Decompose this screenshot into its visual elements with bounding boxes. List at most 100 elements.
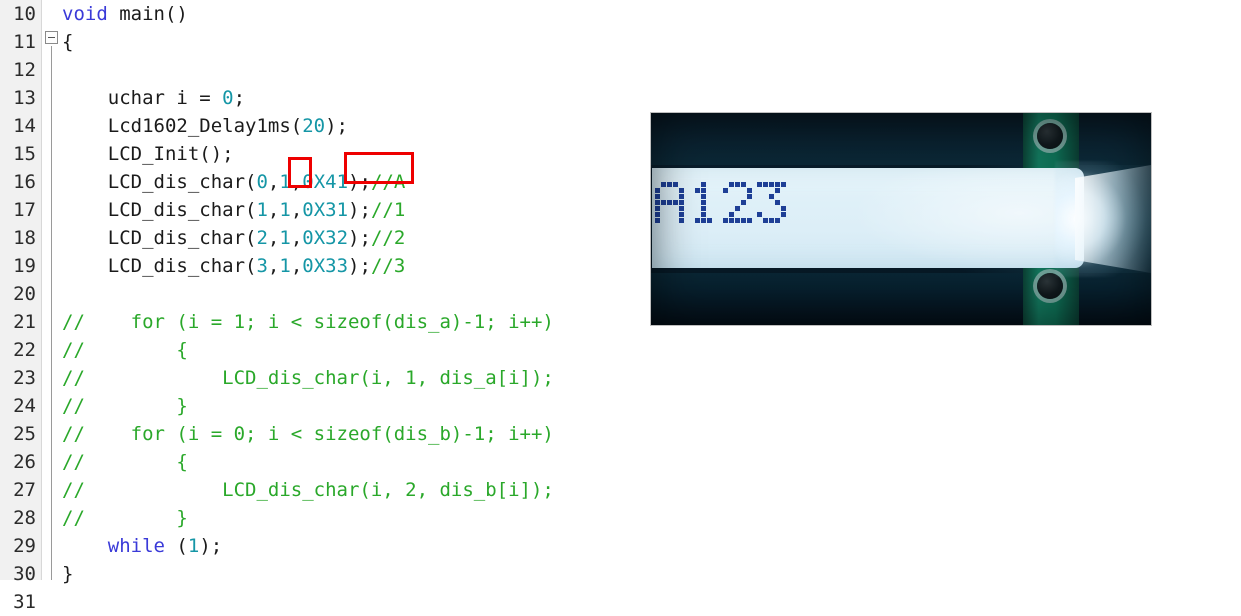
line-number: 18 (13, 227, 36, 249)
light-flare-wedge (1075, 165, 1151, 273)
line-number: 11 (13, 31, 36, 53)
token: 1 (279, 255, 291, 277)
token: ; (233, 87, 246, 109)
token: , (290, 199, 303, 221)
code-text: // for (i = 1; i < sizeof(dis_a)-1; i++) (62, 308, 554, 336)
token: , (267, 171, 280, 193)
token: ); (348, 227, 371, 249)
token: // for (i = 1; i < sizeof(dis_a)-1; i++) (62, 311, 554, 333)
line-number: 10 (13, 3, 36, 25)
line-number: 31 (13, 591, 36, 613)
token: { (62, 31, 74, 53)
token: LCD_dis_char( (62, 227, 257, 249)
token: //A (370, 171, 406, 193)
token: 3 (256, 255, 268, 277)
token: 0 (256, 171, 268, 193)
token: 0X41 (302, 171, 349, 193)
token: 0X32 (302, 227, 349, 249)
code-line[interactable]: 25 // for (i = 0; i < sizeof(dis_b)-1; i+… (0, 420, 1241, 448)
code-text: // } (62, 504, 188, 532)
token: LCD_dis_char( (62, 255, 257, 277)
code-line[interactable]: 12 (0, 56, 1241, 84)
token: // LCD_dis_char(i, 2, dis_b[i]); (62, 479, 554, 501)
code-text: LCD_dis_char(3,1,0X33);//3 (62, 252, 406, 280)
line-number: 30 (13, 563, 36, 585)
lcd-character (655, 182, 684, 223)
line-number: 29 (13, 535, 36, 557)
token: ); (348, 199, 371, 221)
line-number: 26 (13, 451, 36, 473)
code-text: LCD_Init(); (62, 140, 234, 168)
lcd-displayed-text (655, 182, 786, 223)
token: 0 (222, 87, 234, 109)
token: Lcd1602_Delay1ms( (62, 115, 303, 137)
code-editor[interactable]: 10 void main() 11{12 13 uchar i = 0; 14 Lcd1… (0, 0, 1241, 613)
code-line[interactable]: 31 (0, 588, 1241, 616)
token: 2 (256, 227, 268, 249)
code-text: LCD_dis_char(0,1,0X41);//A (62, 168, 406, 196)
token: , (267, 199, 280, 221)
line-number: 16 (13, 171, 36, 193)
code-text: uchar i = 0; (62, 84, 245, 112)
token: 0X31 (302, 199, 349, 221)
code-text: while (1); (62, 532, 222, 560)
line-number: 25 (13, 423, 36, 445)
line-number: 12 (13, 59, 36, 81)
code-line[interactable]: 23 // LCD_dis_char(i, 1, dis_a[i]); (0, 364, 1241, 392)
code-text: // for (i = 0; i < sizeof(dis_b)-1; i++) (62, 420, 554, 448)
code-line[interactable]: 11 { (0, 28, 1241, 56)
code-text: // LCD_dis_char(i, 2, dis_b[i]); (62, 476, 554, 504)
code-text: void main() (62, 0, 188, 28)
token: , (267, 255, 280, 277)
lcd-character (757, 182, 786, 223)
token: // } (62, 507, 188, 529)
code-line[interactable]: 27 // LCD_dis_char(i, 2, dis_b[i]); (0, 476, 1241, 504)
line-number: 17 (13, 199, 36, 221)
token: ); (348, 171, 371, 193)
token: main() (107, 3, 188, 25)
code-text: } (62, 560, 73, 588)
code-text: LCD_dis_char(1,1,0X31);//1 (62, 196, 406, 224)
token: 1 (279, 171, 291, 193)
token: // } (62, 395, 188, 417)
code-text: // { (62, 336, 188, 364)
code-text: LCD_dis_char(2,1,0X32);//2 (62, 224, 406, 252)
lcd1602-module-photo (651, 113, 1151, 325)
line-number: 13 (13, 87, 36, 109)
line-number: 15 (13, 143, 36, 165)
token: ); (325, 115, 348, 137)
lcd-glass-panel (652, 168, 1084, 268)
token: uchar i = (62, 87, 223, 109)
token: //2 (370, 227, 406, 249)
code-line[interactable]: 10 void main() (0, 0, 1241, 28)
token: LCD_Init(); (62, 143, 234, 165)
code-text: // } (62, 392, 188, 420)
token: } (62, 563, 74, 585)
line-number: 14 (13, 115, 36, 137)
token: , (290, 227, 303, 249)
token: 1 (279, 227, 291, 249)
code-line[interactable]: 28 // } (0, 504, 1241, 532)
token: ); (199, 535, 223, 557)
code-line[interactable]: 29 while (1); (0, 532, 1241, 560)
code-line[interactable]: 13 uchar i = 0; (0, 84, 1241, 112)
code-text: { (62, 28, 73, 56)
code-text: // LCD_dis_char(i, 1, dis_a[i]); (62, 364, 554, 392)
lcd-character (723, 182, 752, 223)
token: 1 (256, 199, 268, 221)
token: LCD_dis_char( (62, 199, 257, 221)
token: , (267, 227, 280, 249)
token: // { (62, 339, 188, 361)
lcd-character (689, 182, 718, 223)
token: ( (164, 535, 188, 557)
code-line[interactable]: 30} (0, 560, 1241, 588)
token: // { (62, 451, 188, 473)
code-line[interactable]: 26 // { (0, 448, 1241, 476)
line-number: 23 (13, 367, 36, 389)
token: //1 (370, 199, 406, 221)
code-line[interactable]: 24 // } (0, 392, 1241, 420)
token: while (107, 535, 165, 557)
line-number: 28 (13, 507, 36, 529)
code-line[interactable]: 22 // { (0, 336, 1241, 364)
